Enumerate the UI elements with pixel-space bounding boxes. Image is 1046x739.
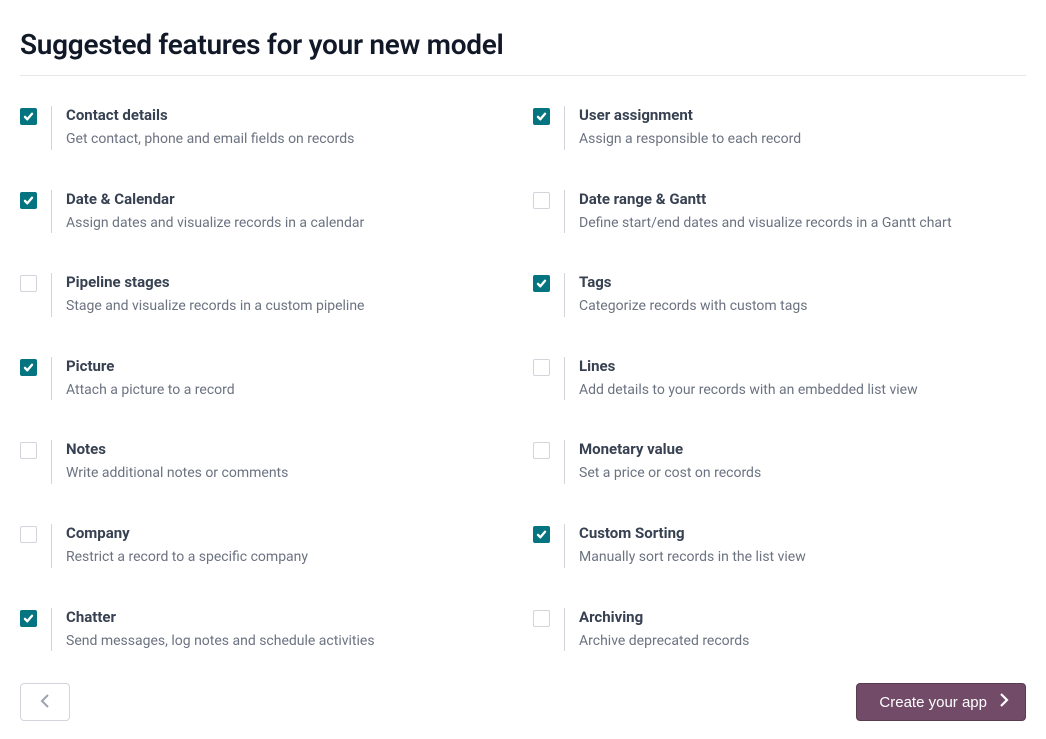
feature-description: Write additional notes or comments — [66, 464, 288, 484]
feature-description: Archive deprecated records — [579, 632, 749, 652]
feature-label: Tags — [579, 273, 807, 291]
feature-label: Monetary value — [579, 440, 761, 458]
feature-label: Company — [66, 524, 308, 542]
feature-description: Add details to your records with an embe… — [579, 381, 918, 401]
feature-item: Monetary value Set a price or cost on rec… — [533, 440, 1026, 484]
feature-item: Pipeline stages Stage and visualize recor… — [20, 273, 513, 317]
feature-text: Chatter Send messages, log notes and sche… — [51, 608, 375, 652]
feature-item: Date range & Gantt Define start/end dates… — [533, 190, 1026, 234]
footer: Create your app — [0, 673, 1046, 739]
feature-text: Date & Calendar Assign dates and visualiz… — [51, 190, 364, 234]
feature-checkbox[interactable] — [533, 610, 550, 627]
feature-description: Categorize records with custom tags — [579, 297, 807, 317]
feature-label: Date & Calendar — [66, 190, 364, 208]
back-button[interactable] — [20, 683, 70, 721]
feature-description: Manually sort records in the list view — [579, 548, 806, 568]
feature-label: User assignment — [579, 106, 801, 124]
chevron-right-icon — [999, 692, 1009, 712]
feature-item: Notes Write additional notes or comments — [20, 440, 513, 484]
feature-label: Date range & Gantt — [579, 190, 952, 208]
feature-item: Date & Calendar Assign dates and visualiz… — [20, 190, 513, 234]
feature-checkbox[interactable] — [20, 192, 37, 209]
feature-text: Picture Attach a picture to a record — [51, 357, 235, 401]
feature-description: Define start/end dates and visualize rec… — [579, 214, 952, 234]
feature-description: Assign dates and visualize records in a … — [66, 214, 364, 234]
feature-label: Chatter — [66, 608, 375, 626]
feature-description: Assign a responsible to each record — [579, 130, 801, 150]
create-app-button[interactable]: Create your app — [856, 683, 1026, 721]
feature-checkbox[interactable] — [533, 442, 550, 459]
feature-text: Pipeline stages Stage and visualize recor… — [51, 273, 364, 317]
feature-description: Attach a picture to a record — [66, 381, 235, 401]
feature-label: Picture — [66, 357, 235, 375]
feature-item: Picture Attach a picture to a record — [20, 357, 513, 401]
feature-checkbox[interactable] — [20, 610, 37, 627]
feature-label: Lines — [579, 357, 918, 375]
feature-text: Archiving Archive deprecated records — [564, 608, 749, 652]
feature-checkbox[interactable] — [20, 359, 37, 376]
feature-item: Archiving Archive deprecated records — [533, 608, 1026, 652]
feature-text: Lines Add details to your records with an… — [564, 357, 918, 401]
feature-text: Tags Categorize records with custom tags — [564, 273, 807, 317]
features-grid: Contact details Get contact, phone and em… — [20, 76, 1026, 691]
feature-item: Tags Categorize records with custom tags — [533, 273, 1026, 317]
feature-label: Notes — [66, 440, 288, 458]
feature-text: Custom Sorting Manually sort records in t… — [564, 524, 806, 568]
feature-description: Restrict a record to a specific company — [66, 548, 308, 568]
feature-checkbox[interactable] — [20, 526, 37, 543]
feature-label: Pipeline stages — [66, 273, 364, 291]
feature-item: Lines Add details to your records with an… — [533, 357, 1026, 401]
feature-text: Company Restrict a record to a specific c… — [51, 524, 308, 568]
feature-checkbox[interactable] — [533, 108, 550, 125]
feature-item: User assignment Assign a responsible to e… — [533, 106, 1026, 150]
feature-text: User assignment Assign a responsible to e… — [564, 106, 801, 150]
feature-description: Get contact, phone and email fields on r… — [66, 130, 354, 150]
page-title: Suggested features for your new model — [20, 0, 1026, 76]
feature-label: Contact details — [66, 106, 354, 124]
feature-text: Notes Write additional notes or comments — [51, 440, 288, 484]
feature-label: Archiving — [579, 608, 749, 626]
feature-text: Contact details Get contact, phone and em… — [51, 106, 354, 150]
feature-item: Contact details Get contact, phone and em… — [20, 106, 513, 150]
feature-item: Chatter Send messages, log notes and sche… — [20, 608, 513, 652]
feature-description: Stage and visualize records in a custom … — [66, 297, 364, 317]
create-app-button-label: Create your app — [879, 694, 987, 711]
feature-checkbox[interactable] — [533, 526, 550, 543]
feature-checkbox[interactable] — [20, 442, 37, 459]
feature-description: Set a price or cost on records — [579, 464, 761, 484]
feature-checkbox[interactable] — [533, 275, 550, 292]
feature-item: Company Restrict a record to a specific c… — [20, 524, 513, 568]
chevron-left-icon — [40, 693, 50, 712]
feature-description: Send messages, log notes and schedule ac… — [66, 632, 375, 652]
feature-item: Custom Sorting Manually sort records in t… — [533, 524, 1026, 568]
feature-checkbox[interactable] — [533, 359, 550, 376]
feature-label: Custom Sorting — [579, 524, 806, 542]
feature-checkbox[interactable] — [20, 275, 37, 292]
feature-text: Monetary value Set a price or cost on rec… — [564, 440, 761, 484]
feature-checkbox[interactable] — [533, 192, 550, 209]
feature-checkbox[interactable] — [20, 108, 37, 125]
feature-text: Date range & Gantt Define start/end dates… — [564, 190, 952, 234]
